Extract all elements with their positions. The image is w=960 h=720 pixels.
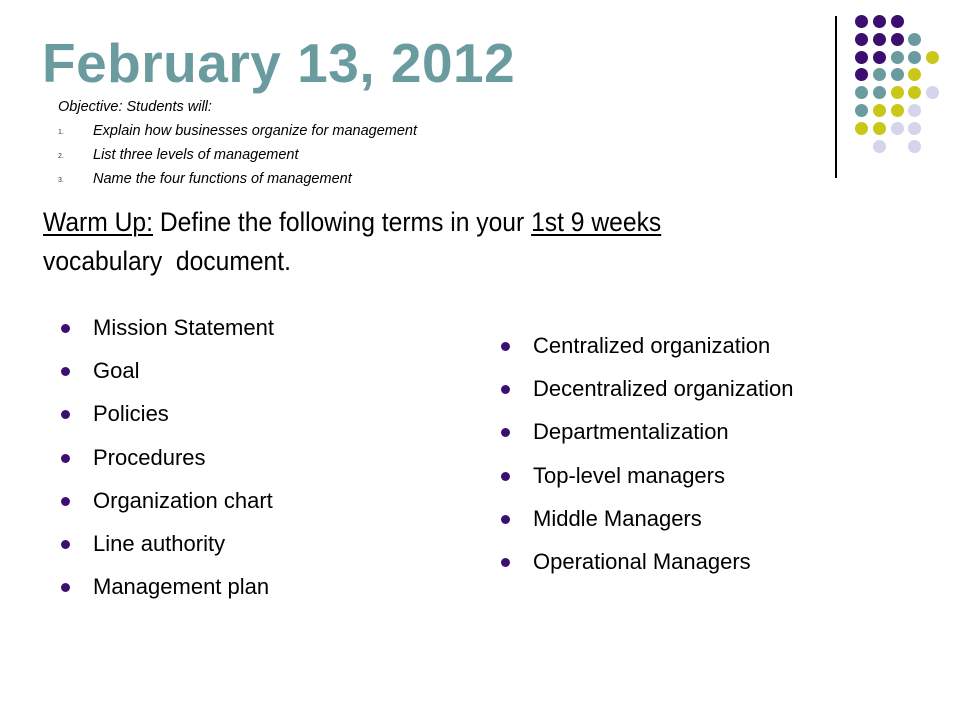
objective-number: 1. <box>58 129 64 136</box>
bullet-icon <box>61 496 70 506</box>
decorative-dot <box>872 121 886 135</box>
warmup-underlined-phrase: 1st 9 weeks <box>531 207 662 237</box>
terms-list-left: Mission Statement Goal Policies Procedures O… <box>58 311 274 613</box>
term-item: Top-level managers <box>498 459 794 502</box>
bullet-icon <box>501 428 510 438</box>
term-item: Decentralized organization <box>498 372 794 415</box>
term-item: Departmentalization <box>498 415 794 458</box>
objective-text: Explain how businesses organize for mana… <box>93 123 418 139</box>
decorative-dot <box>872 139 886 153</box>
decorative-dot <box>872 50 886 64</box>
bullet-icon <box>501 557 510 567</box>
term-text: Organization chart <box>93 487 273 513</box>
decorative-dot <box>855 86 868 100</box>
bullet-icon <box>61 367 70 377</box>
decorative-dot <box>926 86 940 100</box>
term-text: Line authority <box>93 530 226 556</box>
term-item: Mission Statement <box>58 311 274 354</box>
decorative-dot <box>855 15 868 28</box>
decorative-dot <box>872 104 886 117</box>
decorative-dot <box>926 50 940 64</box>
objective-text: List three levels of management <box>93 147 299 163</box>
term-text: Mission Statement <box>93 315 274 340</box>
bullet-icon <box>61 539 70 549</box>
objective-number: 3. <box>58 177 64 184</box>
term-item: Centralized organization <box>498 329 794 372</box>
decorative-dot <box>872 68 886 82</box>
divider-line <box>835 16 837 178</box>
objective-text: Name the four functions of management <box>93 171 352 187</box>
decorative-dot <box>872 15 886 28</box>
decorative-dot <box>872 86 886 100</box>
decorative-dot <box>908 32 922 46</box>
decorative-dot <box>908 50 922 64</box>
decorative-dot <box>890 15 904 28</box>
term-text: Policies <box>93 401 169 427</box>
bullet-icon <box>501 385 510 395</box>
term-text: Departmentalization <box>533 419 729 445</box>
term-item: Procedures <box>58 441 274 484</box>
objective-block: Objective: Students will: 1. Explain how… <box>58 95 417 191</box>
slide-title: February 13, 2012 <box>42 32 516 94</box>
objective-item: 2. List three levels of management <box>58 143 299 167</box>
decorative-dot <box>908 86 922 100</box>
term-text: Operational Managers <box>533 548 751 574</box>
objective-list: 1. Explain how businesses organize for m… <box>58 119 417 191</box>
objective-item: 1. Explain how businesses organize for m… <box>58 119 417 143</box>
warmup-instructions: Warm Up: Define the following terms in y… <box>43 203 806 281</box>
decorative-dot <box>890 121 904 135</box>
decorative-dot <box>855 121 868 135</box>
warmup-line-2: vocabulary document. <box>43 246 291 276</box>
decorative-dot <box>890 86 904 100</box>
decorative-dot <box>908 68 922 82</box>
term-item: Organization chart <box>58 484 274 527</box>
bullet-icon <box>61 453 70 463</box>
objective-number: 2. <box>58 153 64 160</box>
warmup-text: Define the following terms in your <box>153 207 532 237</box>
objective-heading: Objective: Students will: <box>58 99 212 115</box>
term-text: Goal <box>93 358 140 384</box>
decorative-dot <box>890 50 904 64</box>
decorative-dot <box>855 32 868 46</box>
bullet-icon <box>501 471 510 481</box>
term-text: Procedures <box>93 444 206 470</box>
objective-item: 3. Name the four functions of management <box>58 167 352 191</box>
term-item: Policies <box>58 397 274 440</box>
bullet-icon <box>61 410 70 420</box>
warmup-label: Warm Up: <box>43 207 154 237</box>
decorative-dot <box>855 104 868 117</box>
decorative-dot <box>908 121 922 135</box>
term-item: Operational Managers <box>498 545 794 588</box>
decorative-dot <box>855 68 868 82</box>
term-text: Middle Managers <box>533 505 702 531</box>
term-text: Centralized organization <box>533 333 771 358</box>
term-text: Management plan <box>93 574 270 600</box>
bullet-icon <box>61 583 70 593</box>
bullet-icon <box>501 514 510 524</box>
term-item: Management plan <box>58 570 274 613</box>
term-text: Top-level managers <box>533 462 725 488</box>
terms-list-right: Centralized organization Decentralized or… <box>498 329 794 588</box>
decorative-dot <box>872 32 886 46</box>
decorative-dot <box>855 50 868 64</box>
term-item: Goal <box>58 354 274 397</box>
decorative-dot <box>890 104 904 117</box>
bullet-icon <box>61 324 70 333</box>
decorative-dot <box>890 68 904 82</box>
decorative-dot <box>908 139 922 153</box>
decorative-dot <box>908 104 922 117</box>
bullet-icon <box>501 342 510 351</box>
decorative-dot <box>890 32 904 46</box>
term-item: Line authority <box>58 527 274 570</box>
term-text: Decentralized organization <box>533 376 794 402</box>
warmup-line-1: Warm Up: Define the following terms in y… <box>43 203 806 242</box>
term-item: Middle Managers <box>498 502 794 545</box>
